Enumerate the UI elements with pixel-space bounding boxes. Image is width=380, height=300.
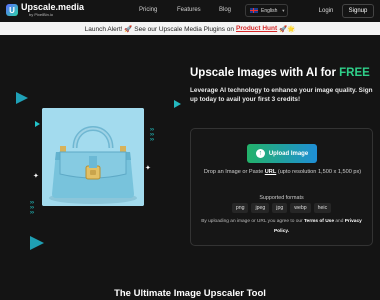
banner-text: Launch Alert! 🚀 See our Upscale Media Pl… (84, 25, 234, 33)
triangle-decoration (35, 121, 40, 127)
sparkle-icon: ✦ (145, 165, 151, 172)
sample-product-image (42, 108, 144, 206)
triangle-decoration (16, 92, 28, 104)
handbag-illustration (42, 108, 144, 206)
nav-link-pricing[interactable]: Pricing (139, 7, 157, 13)
section-heading: The Ultimate Image Upscaler Tool (114, 288, 266, 299)
drop-instructions: Drop an Image or Paste URL (upto resolut… (203, 169, 362, 175)
hero-title-free: FREE (339, 67, 370, 79)
hero-title: Upscale Images with AI for FREE (190, 67, 370, 79)
banner-suffix: 🚀🌟 (279, 25, 296, 33)
chevrons-decoration-icon: ›› ›› ›› (30, 200, 34, 216)
format-chip: png (231, 203, 249, 213)
upload-image-button[interactable]: ↑ Upload Image (247, 144, 317, 163)
format-chip: jpeg (251, 203, 270, 213)
chevrons-decoration-icon: ›› ›› ›› (150, 127, 154, 143)
product-hunt-link[interactable]: Product Hunt (236, 25, 277, 32)
terms-notice: By uploading an image or URL you agree t… (201, 219, 362, 234)
upload-dropzone[interactable]: ↑ Upload Image Drop an Image or Paste UR… (190, 128, 373, 246)
logo[interactable]: U Upscale.media by PixelBin.io (6, 3, 84, 17)
sparkle-icon: ✦ (33, 173, 39, 180)
uk-flag-icon (250, 8, 258, 13)
format-chips: png jpeg jpg webp heic (191, 203, 372, 213)
supported-formats-label: Supported formats (259, 195, 304, 201)
top-navbar: U Upscale.media by PixelBin.io Pricing F… (0, 0, 380, 22)
chevron-down-icon: ▼ (281, 8, 286, 13)
logo-byline: by PixelBin.io (29, 12, 54, 17)
format-chip: webp (290, 203, 311, 213)
language-select[interactable]: English ▼ (245, 4, 288, 17)
triangle-decoration (30, 236, 44, 250)
upload-button-label: Upload Image (268, 150, 309, 157)
nav-link-blog[interactable]: Blog (219, 7, 231, 13)
login-button[interactable]: Login (312, 4, 340, 17)
signup-button[interactable]: Signup (342, 4, 374, 18)
paste-url-link[interactable]: URL (265, 169, 277, 175)
logo-name: Upscale.media (21, 2, 85, 12)
format-chip: heic (313, 203, 332, 213)
terms-of-use-link[interactable]: Terms of Use (304, 219, 334, 224)
upload-arrow-icon: ↑ (255, 149, 265, 158)
logo-icon: U (6, 4, 18, 16)
format-chip: jpg (272, 203, 288, 213)
hero-title-text: Upscale Images with AI for (190, 67, 336, 79)
nav-link-features[interactable]: Features (177, 7, 201, 13)
hero-subtitle: Leverage AI technology to enhance your i… (190, 87, 373, 103)
triangle-decoration (174, 100, 181, 108)
language-label: English (261, 7, 278, 14)
launch-alert-banner: Launch Alert! 🚀 See our Upscale Media Pl… (0, 22, 380, 35)
